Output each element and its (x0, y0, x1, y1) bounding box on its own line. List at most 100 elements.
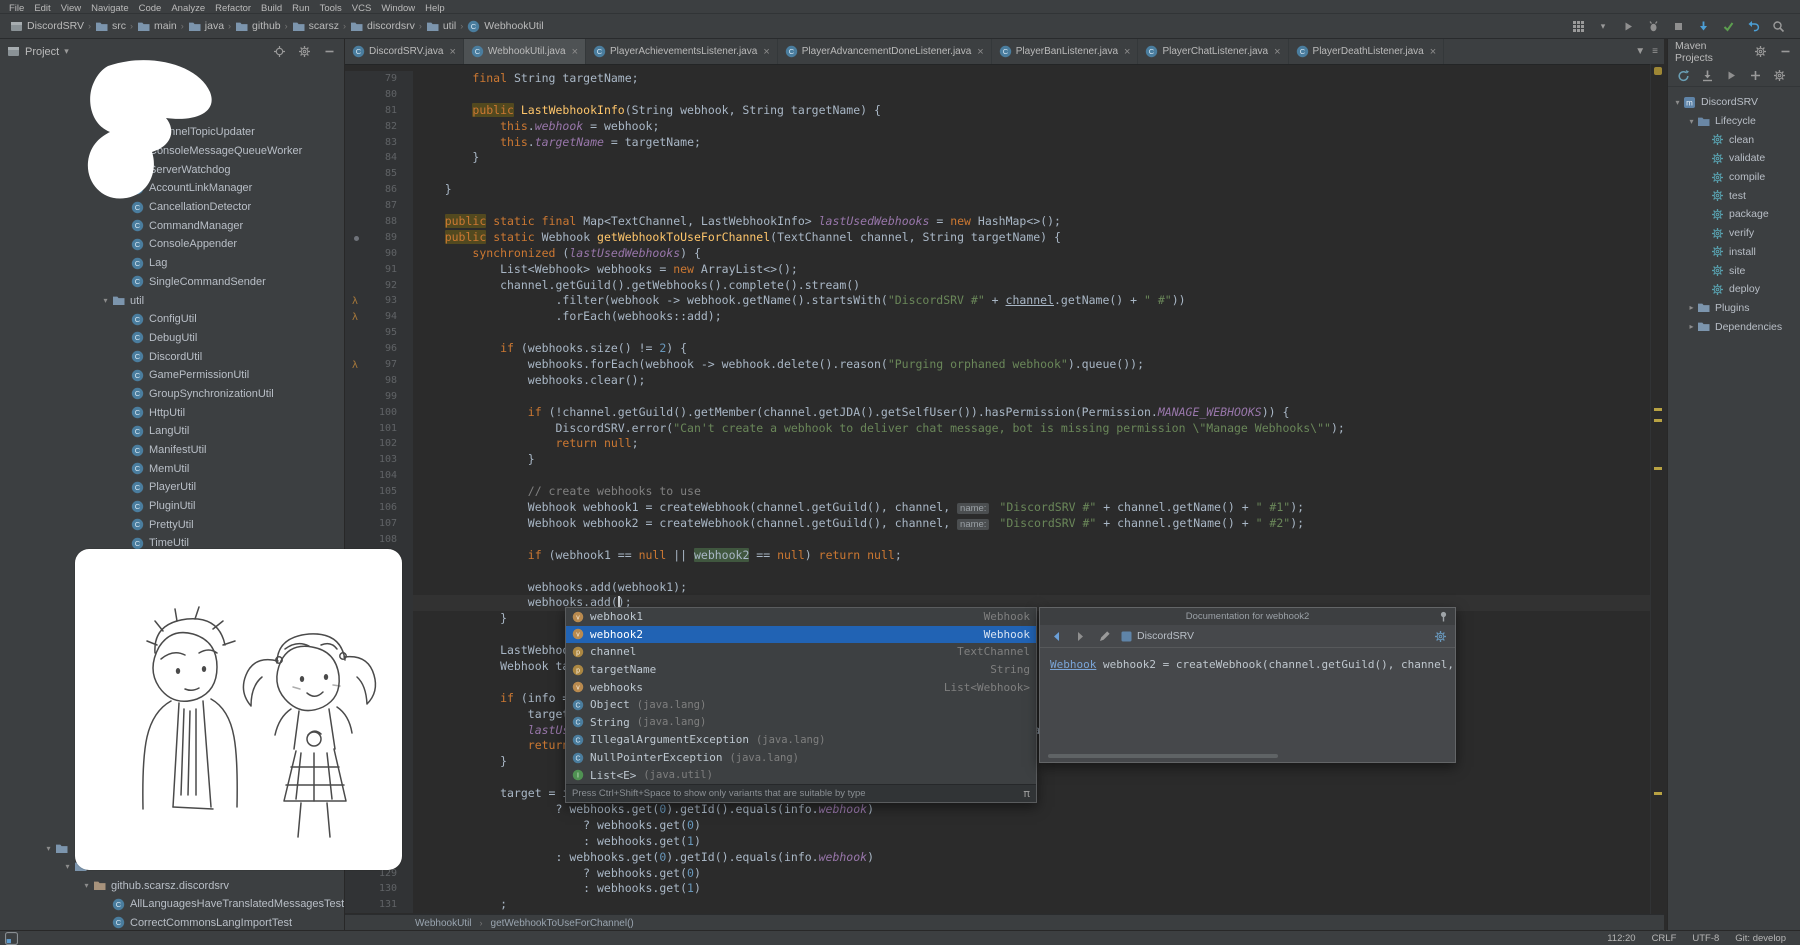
caret-position[interactable]: 112:20 (1607, 933, 1635, 944)
gutter-line-number[interactable]: 131 (345, 897, 413, 913)
menu-analyze[interactable]: Analyze (166, 3, 210, 14)
editor-line[interactable]: 111 webhooks.add(webhook1); (345, 580, 1651, 596)
completion-item[interactable]: ptargetNameString (566, 661, 1036, 679)
completion-item[interactable]: pchannelTextChannel (566, 643, 1036, 661)
gutter-line-number[interactable]: 130 (345, 881, 413, 897)
gutter-line-number[interactable]: 96 (345, 341, 413, 357)
editor-line[interactable]: 92 channel.getGuild().getWebhooks().comp… (345, 278, 1651, 294)
gutter-line-number[interactable]: 86 (345, 182, 413, 198)
maven-tree-item[interactable]: deploy (1668, 280, 1800, 299)
commit-changes-button[interactable] (1720, 18, 1736, 34)
maven-tree-item[interactable]: ▸Dependencies (1668, 317, 1800, 336)
gutter-line-number[interactable]: 92 (345, 278, 413, 294)
project-tree-item[interactable]: CGamePermissionUtil (0, 366, 344, 385)
gutter-line-number[interactable]: 108 (345, 532, 413, 548)
menu-vcs[interactable]: VCS (347, 3, 377, 14)
close-tab-icon[interactable]: × (1430, 46, 1436, 58)
editor-line[interactable]: 99 (345, 389, 1651, 405)
editor-line[interactable]: 106 Webhook webhook1 = createWebhook(cha… (345, 500, 1651, 516)
maven-tree-item[interactable]: test (1668, 186, 1800, 205)
project-tree-item[interactable]: CGroupSynchronizationUtil (0, 385, 344, 404)
navbar-crumb[interactable]: src (95, 20, 126, 33)
project-tree-item[interactable]: CAllLanguagesHaveTranslatedMessagesTest (0, 895, 344, 914)
editor-line[interactable]: 83 this.targetName = targetName; (345, 135, 1651, 151)
editor-line[interactable]: 98 webhooks.clear(); (345, 373, 1651, 389)
maven-panel-header[interactable]: Maven Projects (1668, 39, 1800, 64)
project-tree-item[interactable]: CPluginUtil (0, 497, 344, 516)
hide-panel-button[interactable] (321, 44, 337, 60)
doc-settings-button[interactable] (1434, 630, 1447, 643)
gutter-line-number[interactable]: 87 (345, 198, 413, 214)
editor-tab[interactable]: CPlayerDeathListener.java× (1289, 39, 1445, 64)
stop-button[interactable] (1670, 18, 1686, 34)
project-tree-item[interactable]: ▾util (0, 291, 344, 310)
update-project-button[interactable] (1695, 18, 1711, 34)
editor-line[interactable]: 102 return null; (345, 436, 1651, 452)
gutter-line-number[interactable]: 103 (345, 452, 413, 468)
close-tab-icon[interactable]: × (572, 46, 578, 58)
editor-line[interactable]: 80 (345, 87, 1651, 103)
project-tree-item[interactable]: CCorrectCommonsLangImportTest (0, 914, 344, 931)
maven-tree-item[interactable]: verify (1668, 224, 1800, 243)
editor-line[interactable]: 79 final String targetName; (345, 71, 1651, 87)
editor-line[interactable]: 100 if (!channel.getGuild().getMember(ch… (345, 405, 1651, 421)
search-everywhere-button[interactable] (1770, 18, 1786, 34)
gutter-line-number[interactable]: 104 (345, 468, 413, 484)
completion-item[interactable]: CIllegalArgumentException(java.lang) (566, 731, 1036, 749)
editor-line[interactable]: 126 ? webhooks.get(0) (345, 818, 1651, 834)
project-tree-item[interactable]: CLag (0, 254, 344, 273)
tree-expand-icon[interactable]: ▾ (1686, 117, 1697, 126)
menu-file[interactable]: File (4, 3, 29, 14)
tree-expand-icon[interactable]: ▾ (99, 296, 112, 305)
editor-line[interactable]: 110 (345, 564, 1651, 580)
project-tree-item[interactable]: CPrettyUtil (0, 515, 344, 534)
menu-window[interactable]: Window (376, 3, 420, 14)
editor-tab[interactable]: CPlayerAdvancementDoneListener.java× (778, 39, 992, 64)
gutter-marker-icon[interactable] (354, 236, 359, 241)
gutter-line-number[interactable]: 95 (345, 325, 413, 341)
vcs-branch[interactable]: Git: develop (1735, 933, 1786, 944)
editor-line[interactable]: 86 } (345, 182, 1651, 198)
editor-line[interactable]: 90 synchronized (lastUsedWebhooks) { (345, 246, 1651, 262)
inspection-indicator[interactable] (1654, 67, 1662, 75)
maven-gear-button[interactable] (1752, 44, 1768, 60)
gutter-line-number[interactable]: 99 (345, 389, 413, 405)
locate-file-button[interactable] (271, 44, 287, 60)
navbar-crumb[interactable]: java (188, 20, 224, 33)
gutter-line-number[interactable]: λ93 (345, 293, 413, 309)
run-config-caret-button[interactable]: ▾ (1595, 18, 1611, 34)
breadcrumb-method[interactable]: getWebhookToUseForChannel() (491, 918, 634, 929)
doc-edit-button[interactable] (1096, 628, 1112, 644)
close-tab-icon[interactable]: × (1124, 46, 1130, 58)
gutter-line-number[interactable]: 102 (345, 436, 413, 452)
maven-tree-item[interactable]: package (1668, 205, 1800, 224)
widget-button[interactable] (1570, 18, 1586, 34)
maven-tree-item[interactable]: compile (1668, 168, 1800, 187)
editor-line[interactable]: 127 : webhooks.get(1) (345, 834, 1651, 850)
tree-expand-icon[interactable]: ▾ (61, 862, 74, 871)
navbar-crumb[interactable]: DiscordSRV (10, 20, 84, 33)
editor-line[interactable]: 82 this.webhook = webhook; (345, 119, 1651, 135)
editor-line[interactable]: 81 public LastWebhookInfo(String webhook… (345, 103, 1651, 119)
gutter-line-number[interactable]: 85 (345, 166, 413, 182)
gutter-line-number[interactable]: 105 (345, 484, 413, 500)
editor-line[interactable]: 131 ; (345, 897, 1651, 913)
close-tab-icon[interactable]: × (763, 46, 769, 58)
project-tree-item[interactable]: CMemUtil (0, 459, 344, 478)
tree-expand-icon[interactable]: ▸ (1686, 303, 1697, 312)
tabs-menu-icon[interactable]: ≡ (1652, 46, 1658, 57)
warning-stripe-mark[interactable] (1654, 467, 1662, 470)
project-tree-item[interactable]: CManifestUtil (0, 441, 344, 460)
navbar-crumb[interactable]: github (235, 20, 281, 33)
maven-tree-item[interactable]: site (1668, 261, 1800, 280)
warning-stripe-mark[interactable] (1654, 792, 1662, 795)
gutter-line-number[interactable]: 84 (345, 150, 413, 166)
toggle-toolwindows-button[interactable] (0, 932, 18, 945)
tree-expand-icon[interactable]: ▾ (1672, 98, 1683, 107)
doc-back-button[interactable] (1048, 628, 1064, 644)
doc-popup-title-bar[interactable]: Documentation for webhook2 (1040, 608, 1455, 625)
editor-line[interactable]: 103 } (345, 452, 1651, 468)
editor-line[interactable]: 128 : webhooks.get(0).getId().equals(inf… (345, 850, 1651, 866)
tree-expand-icon[interactable]: ▾ (42, 844, 55, 853)
gutter-line-number[interactable]: λ97 (345, 357, 413, 373)
